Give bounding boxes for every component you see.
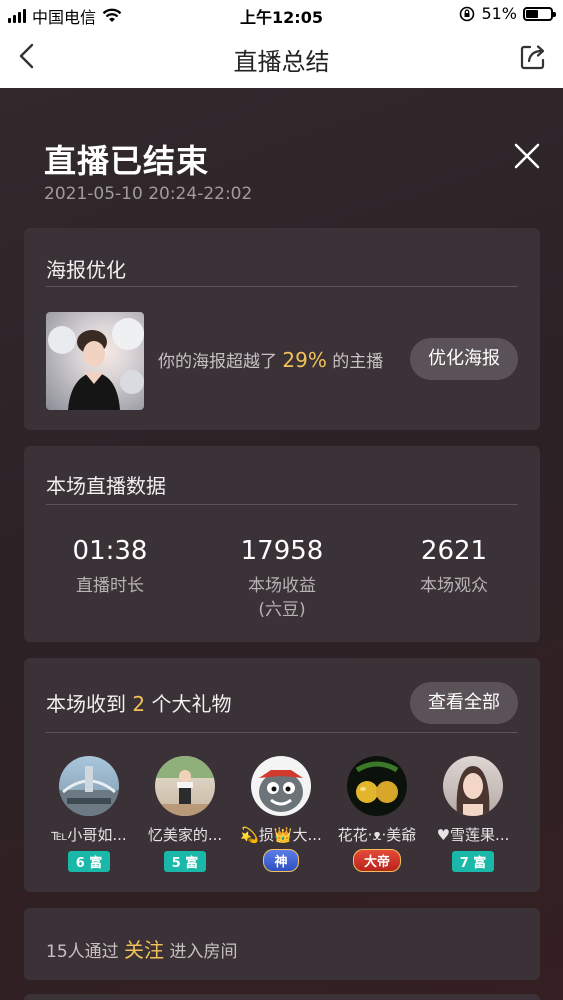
gifter-item[interactable]: 忆美家的... 5 富 xyxy=(138,756,232,872)
live-stats-card: 本场直播数据 01:38 直播时长 17958 本场收益 (六豆) 2621 本… xyxy=(24,446,540,642)
battery-percent: 51% xyxy=(481,4,517,23)
stat-label: 直播时长 xyxy=(76,576,144,596)
stat-duration: 01:38 直播时长 xyxy=(24,536,196,598)
follow-card: 15人通过 关注 进入房间 xyxy=(24,908,540,980)
stat-label: 本场观众 xyxy=(420,576,488,596)
wealth-badge: 6 富 xyxy=(67,851,111,872)
battery-icon xyxy=(523,6,556,21)
gifter-item[interactable]: ♥雪莲果... 7 富 xyxy=(426,756,520,872)
gifter-name: ℡小哥如... xyxy=(51,826,127,844)
stat-value: 17958 xyxy=(240,536,324,566)
ended-title: 直播已结束 xyxy=(44,142,210,180)
poster-percent: 29% xyxy=(282,348,327,372)
noble-badge: 大帝 xyxy=(352,849,401,872)
avatar xyxy=(443,756,503,816)
poster-thumbnail[interactable] xyxy=(46,312,144,410)
close-icon[interactable] xyxy=(511,140,543,172)
next-card xyxy=(24,994,540,1000)
poster-card: 海报优化 你的海报超越了 29% 的主播 优化海报 xyxy=(24,228,540,430)
view-all-button[interactable]: 查看全部 xyxy=(410,682,518,724)
gifter-item[interactable]: ℡小哥如... 6 富 xyxy=(42,756,136,872)
gifter-name: ♥雪莲果... xyxy=(436,826,510,844)
gifter-name: 花花·ᴥ·美爺 xyxy=(337,826,417,844)
poster-heading: 海报优化 xyxy=(46,258,126,282)
follow-highlight: 关注 xyxy=(124,938,165,962)
avatar xyxy=(347,756,407,816)
stat-viewers: 2621 本场观众 xyxy=(368,536,540,598)
stat-value: 01:38 xyxy=(72,536,148,566)
top-bar: 中国电信 上午12:05 51% 直播总结 xyxy=(0,0,563,88)
noble-badge: 神 xyxy=(263,849,299,872)
stat-value: 2621 xyxy=(420,536,488,566)
stat-label: 本场收益 (六豆) xyxy=(248,576,316,620)
rotation-lock-icon xyxy=(460,6,475,21)
wealth-badge: 7 富 xyxy=(451,851,495,872)
gifter-name: 💫损👑大... xyxy=(240,826,322,844)
gifts-heading: 本场收到 2 个大礼物 xyxy=(46,692,232,716)
follow-entry-text: 15人通过 关注 进入房间 xyxy=(46,938,238,962)
wealth-badge: 5 富 xyxy=(163,851,207,872)
divider xyxy=(46,732,518,733)
gifter-item[interactable]: 💫损👑大... 神 xyxy=(234,756,328,872)
summary-panel: 直播已结束 2021-05-10 20:24-22:02 海报优化 你的海报超越… xyxy=(0,88,563,1000)
avatar xyxy=(59,756,119,816)
gift-count: 2 xyxy=(132,692,146,716)
stats-heading: 本场直播数据 xyxy=(46,474,166,498)
page-title: 直播总结 xyxy=(233,48,330,76)
divider xyxy=(46,504,518,505)
optimize-poster-button[interactable]: 优化海报 xyxy=(410,338,518,380)
share-icon[interactable] xyxy=(517,41,549,73)
gifts-card: 本场收到 2 个大礼物 查看全部 ℡小哥如... 6 富 忆美家的... 5 富… xyxy=(24,658,540,892)
ended-time-range: 2021-05-10 20:24-22:02 xyxy=(44,184,253,204)
poster-rank-text: 你的海报超越了 29% 的主播 xyxy=(158,348,384,372)
divider xyxy=(46,286,518,287)
gifter-item[interactable]: 花花·ᴥ·美爺 大帝 xyxy=(330,756,424,872)
avatar xyxy=(251,756,311,816)
avatar xyxy=(155,756,215,816)
status-bar: 中国电信 上午12:05 51% xyxy=(0,0,563,28)
gifter-name: 忆美家的... xyxy=(147,826,223,844)
stat-income: 17958 本场收益 (六豆) xyxy=(196,536,368,622)
nav-bar: 直播总结 xyxy=(0,28,563,88)
